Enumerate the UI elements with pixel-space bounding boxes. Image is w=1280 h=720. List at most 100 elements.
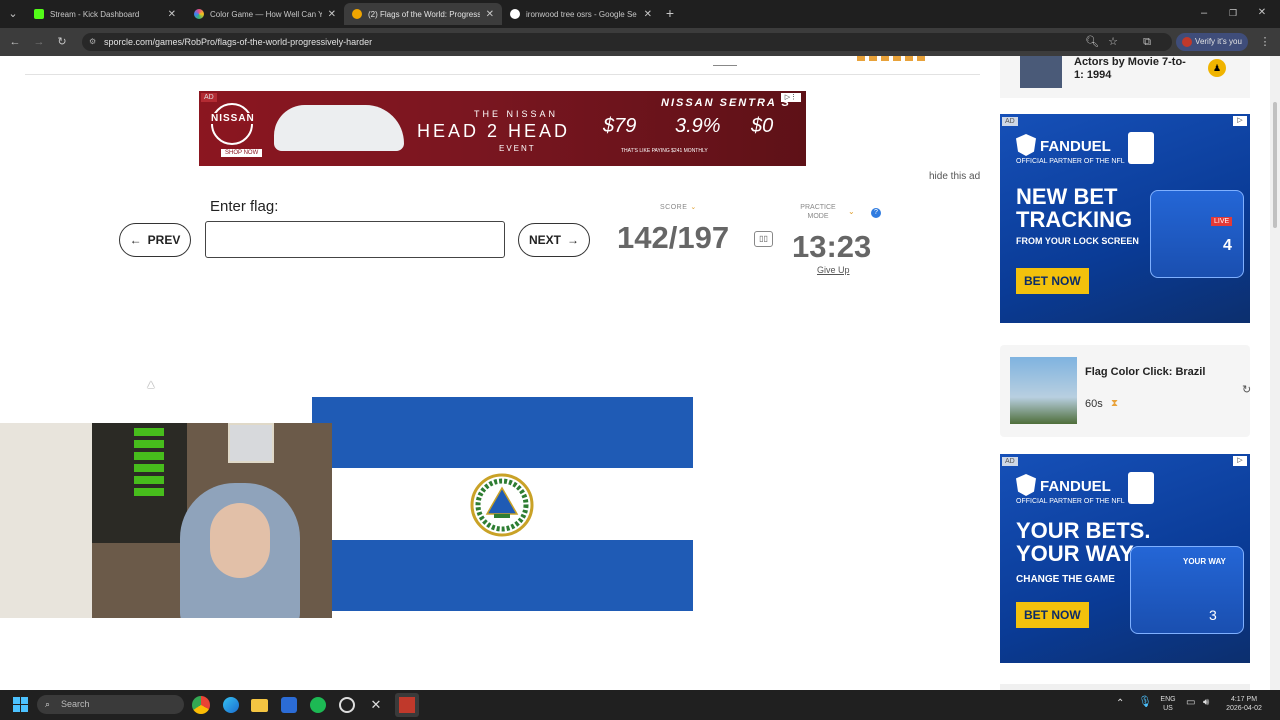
store-icon[interactable] [281, 697, 297, 713]
taskbar-search[interactable]: ⌕ Search [37, 695, 184, 714]
chevron-down-icon[interactable]: ⌄ [848, 207, 855, 216]
phone-stat: 3 [1209, 607, 1217, 623]
tab-title: (2) Flags of the World: Progress [368, 9, 480, 19]
ad-price-monthly: $79 [603, 115, 637, 137]
webcam-window [228, 423, 274, 463]
car-image [274, 105, 404, 151]
scrollbar-track[interactable] [1270, 56, 1280, 690]
clock-time: 4:17 PM [1230, 696, 1258, 703]
volume-icon[interactable]: 🔊︎ [1203, 698, 1209, 708]
scrollbar-thumb[interactable] [1273, 102, 1277, 228]
ad-headline-2: YOUR WAY. [1016, 541, 1138, 566]
close-icon[interactable]: ✕ [168, 9, 176, 20]
related-quiz-title: Actors by Movie 7-to-1: 1994 [1074, 56, 1186, 81]
tab-search-icon[interactable]: ⌄ [6, 7, 20, 21]
url-text: sporcle.com/games/RobPro/flags-of-the-wo… [104, 37, 373, 47]
quiz-header-strip [25, 56, 980, 75]
answer-input[interactable] [205, 221, 505, 258]
adchoices-icon[interactable]: ▷ [1233, 116, 1247, 126]
live-badge: LIVE [1211, 217, 1233, 226]
runelite-icon[interactable] [395, 693, 419, 717]
microphone-icon[interactable]: 🎙︎ [1138, 697, 1152, 708]
help-icon[interactable]: ? [871, 208, 881, 218]
fanduel-ad-1[interactable]: AD ▷ FANDUEL OFFICIAL PARTNER OF THE NFL… [1000, 114, 1250, 323]
nfl-shield-icon [1128, 472, 1154, 504]
search-icon: ⌕ [45, 699, 51, 709]
minimize-button[interactable]: – [1197, 6, 1211, 20]
rating-stars [857, 56, 927, 61]
chrome-icon[interactable] [192, 696, 210, 714]
tray-chevron-icon[interactable]: ⌃ [1116, 699, 1124, 709]
webcam-face [210, 503, 270, 578]
shop-now-button[interactable]: SHOP NOW [221, 149, 263, 157]
address-bar[interactable]: ⚙ sporcle.com/games/RobPro/flags-of-the-… [82, 33, 1172, 51]
give-up-link[interactable]: Give Up [817, 265, 850, 275]
obs-icon[interactable] [339, 697, 355, 713]
ad-tag: AD [201, 93, 217, 102]
forward-button[interactable]: → [32, 35, 46, 49]
bookmark-star-icon[interactable]: ☆ [1106, 35, 1120, 49]
prev-button[interactable]: ← PREV [119, 223, 191, 257]
windows-start-icon[interactable] [13, 697, 28, 712]
edge-icon[interactable] [223, 697, 239, 713]
ad-subline: CHANGE THE GAME [1016, 574, 1115, 585]
tab-title: Stream - Kick Dashboard [50, 9, 140, 19]
refresh-icon[interactable]: ↻ [1242, 383, 1251, 396]
close-icon[interactable]: ✕ [328, 9, 336, 20]
coat-of-arms-icon [470, 473, 534, 537]
fanduel-shield-icon [1016, 134, 1036, 156]
next-button[interactable]: NEXT → [518, 223, 590, 257]
language-indicator[interactable]: ENG US [1156, 695, 1180, 713]
adchoices-icon[interactable]: ▷⋮ [781, 93, 801, 102]
webcam-wall [0, 423, 92, 618]
phone-widget: YOUR WAY 3 [1130, 546, 1244, 634]
lang-top: ENG [1160, 696, 1176, 703]
tab-title: ironwood tree osrs - Google Se [526, 9, 637, 19]
zoom-icon[interactable]: 🔍︎ [1085, 35, 1099, 49]
reload-button[interactable]: ↻ [55, 35, 69, 49]
bet-now-button[interactable]: BET NOW [1016, 268, 1089, 294]
tab-google[interactable]: ironwood tree osrs - Google Se ✕ [502, 3, 660, 25]
adchoices-icon[interactable]: ▷ [1233, 456, 1247, 466]
clock[interactable]: 4:17 PM 2026-04-02 [1222, 695, 1266, 713]
nissan-ad[interactable]: AD NISSAN SHOP NOW THE NISSAN HEAD 2 HEA… [199, 91, 806, 166]
header-divider [713, 60, 737, 66]
bet-now-button[interactable]: BET NOW [1016, 602, 1089, 628]
arrow-left-icon: ← [129, 233, 142, 247]
tab-color-game[interactable]: Color Game — How Well Can Y ✕ [186, 3, 344, 25]
capcut-icon[interactable]: ✕ [368, 697, 384, 713]
enter-flag-label: Enter flag: [210, 198, 279, 215]
search-placeholder: Search [61, 699, 90, 709]
close-icon[interactable]: ✕ [644, 9, 652, 20]
fanduel-ad-2[interactable]: AD ▷ FANDUEL OFFICIAL PARTNER OF THE NFL… [1000, 454, 1250, 663]
card-title: Flag Color Click: Brazil [1085, 366, 1206, 378]
flag-color-click-card[interactable]: Flag Color Click: Brazil 60s ⧗ ↻ [1000, 345, 1251, 437]
back-button[interactable]: ← [8, 35, 22, 49]
runelite-logo [399, 697, 415, 713]
spotify-icon[interactable] [310, 697, 326, 713]
hide-ad-link[interactable]: hide this ad [929, 171, 980, 182]
pause-button[interactable]: ▯▯ [754, 231, 773, 247]
tab-kick[interactable]: Stream - Kick Dashboard ✕ [26, 3, 184, 25]
new-tab-button[interactable]: + [663, 6, 677, 20]
site-info-icon[interactable]: ⚙ [89, 33, 96, 51]
close-icon[interactable]: ✕ [486, 9, 494, 20]
close-window-button[interactable]: ✕ [1255, 6, 1269, 20]
file-explorer-icon[interactable] [251, 699, 268, 712]
network-icon[interactable]: ▭ [1186, 698, 1195, 708]
tab-sporcle[interactable]: (2) Flags of the World: Progress ✕ [344, 3, 502, 25]
extensions-icon[interactable]: ⧉ [1140, 35, 1154, 49]
card-duration: 60s [1085, 398, 1103, 410]
restore-button[interactable]: ❐ [1226, 6, 1240, 20]
related-quiz-card[interactable]: Actors by Movie 7-to-1: 1994 ♟ [1000, 56, 1250, 98]
menu-kebab-icon[interactable]: ⋮ [1258, 35, 1272, 49]
ad-tag: AD [1002, 457, 1018, 466]
profile-verify-button[interactable]: Verify it's you [1176, 33, 1248, 51]
ad-event: EVENT [499, 144, 536, 153]
phone-stat: 4 [1223, 237, 1232, 254]
browser-tab-bar: ⌄ Stream - Kick Dashboard ✕ Color Game —… [0, 0, 1280, 28]
score-label[interactable]: SCORE ⌄ [660, 203, 697, 211]
phone-widget: LIVE 4 [1150, 190, 1244, 278]
ad-headline-1: NEW BET [1016, 184, 1118, 209]
fanduel-partner: OFFICIAL PARTNER OF THE NFL [1016, 158, 1125, 165]
